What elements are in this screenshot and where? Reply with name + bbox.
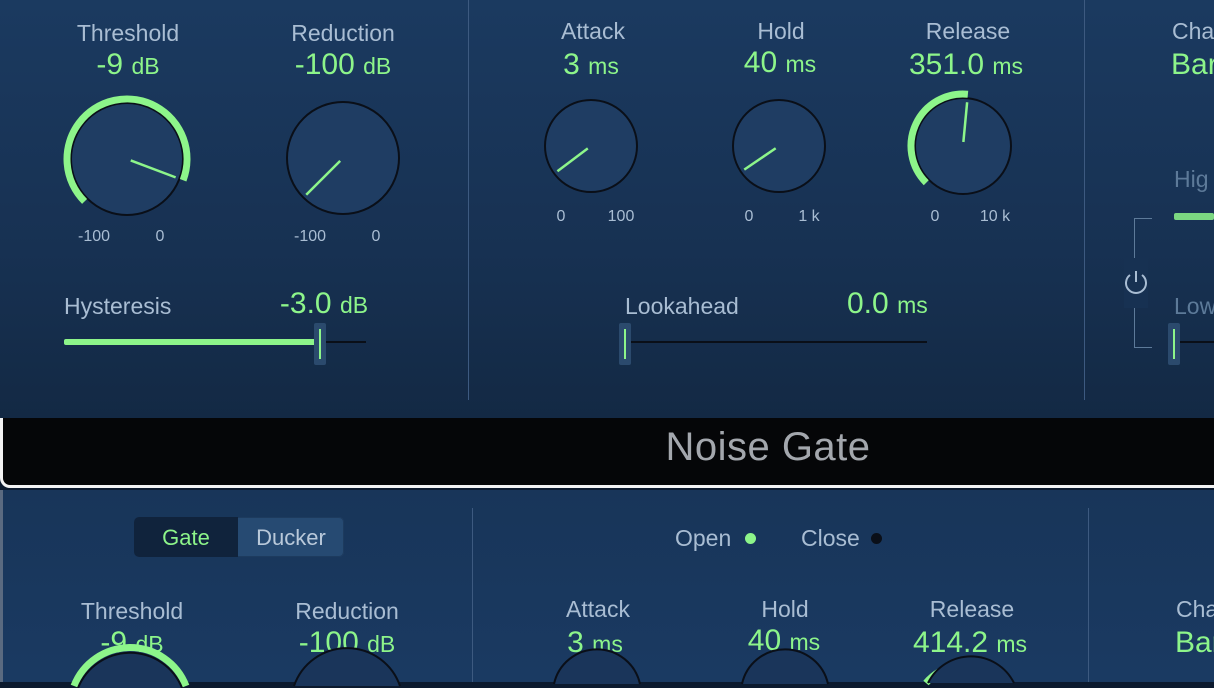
attack-max-tick: 100 [607,208,635,225]
lookahead-value[interactable]: 0.0 ms [847,287,928,321]
knob-body [914,97,1012,195]
section-divider [1088,508,1089,682]
hold-knob-partial[interactable] [736,648,836,685]
reduction-knob[interactable] [281,96,405,220]
reduction-max-tick: 0 [371,228,381,245]
open-indicator-label: Open [675,525,732,551]
hold-min-tick: 0 [744,208,754,225]
knob-body [70,102,184,216]
low-cut-slider-track[interactable] [1174,341,1214,343]
release-knob-partial[interactable] [918,655,1022,686]
hysteresis-slider-handle[interactable] [314,323,326,365]
hysteresis-value[interactable]: -3.0 dB [280,287,368,321]
hold-label: Hold [761,596,809,622]
reduction-label: Reduction [291,20,395,46]
release-label: Release [929,596,1015,622]
sidechain-value[interactable]: Bar [1171,48,1214,82]
hold-knob[interactable] [729,96,829,196]
low-cut-label: Low [1174,293,1214,319]
threshold-value[interactable]: -9 dB [96,48,159,82]
mode-segmented-control: Gate Ducker [134,517,344,557]
release-max-tick: 10 k [979,208,1011,225]
attack-knob-partial[interactable] [548,648,648,685]
reduction-knob-partial[interactable] [288,647,412,687]
sidechain-value[interactable]: Bar [1175,626,1214,660]
attack-value[interactable]: 3 ms [563,48,619,82]
knob-body [732,99,826,193]
release-value[interactable]: 351.0 ms [909,48,1023,82]
sidechain-label: Cha [1172,18,1214,44]
release-label: Release [925,18,1011,44]
attack-label: Attack [561,18,625,44]
attack-min-tick: 0 [556,208,566,225]
lookahead-label: Lookahead [625,293,739,319]
hysteresis-label: Hysteresis [64,293,172,319]
threshold-label: Threshold [80,598,184,624]
window-edge [0,490,3,682]
plugin-title: Noise Gate [665,425,871,469]
close-led-icon [871,533,882,544]
hold-max-tick: 1 k [798,208,820,225]
lookahead-slider-handle[interactable] [619,323,631,365]
release-value[interactable]: 414.2 ms [913,626,1027,660]
gate-mode-button[interactable]: Gate [134,517,238,557]
attack-knob[interactable] [541,96,641,196]
hysteresis-slider-fill [64,339,321,345]
threshold-min-tick: -100 [77,228,111,245]
close-indicator-label: Close [801,525,860,551]
hold-label: Hold [757,18,805,44]
lookahead-slider-track[interactable] [625,341,927,343]
section-divider [468,0,469,400]
threshold-knob-partial[interactable] [68,644,198,688]
high-cut-label: Hig [1174,166,1209,192]
knob-body [544,99,638,193]
threshold-label: Threshold [76,20,180,46]
section-divider [1084,0,1085,400]
reduction-value[interactable]: -100 dB [295,48,392,82]
reduction-min-tick: -100 [293,228,327,245]
low-cut-slider-handle[interactable] [1168,323,1180,365]
high-cut-slider-fill[interactable] [1174,213,1214,220]
section-divider [472,508,473,682]
hold-value[interactable]: 40 ms [744,46,816,80]
threshold-max-tick: 0 [155,228,165,245]
attack-label: Attack [566,596,630,622]
release-knob[interactable] [907,90,1015,198]
sidechain-label: Cha [1176,596,1214,622]
release-min-tick: 0 [930,208,940,225]
knob-body [286,101,400,215]
filter-power-icon[interactable] [1122,268,1150,296]
open-led-icon [745,533,756,544]
threshold-knob[interactable] [62,94,192,224]
ducker-mode-button[interactable]: Ducker [238,517,344,557]
reduction-label: Reduction [295,598,399,624]
